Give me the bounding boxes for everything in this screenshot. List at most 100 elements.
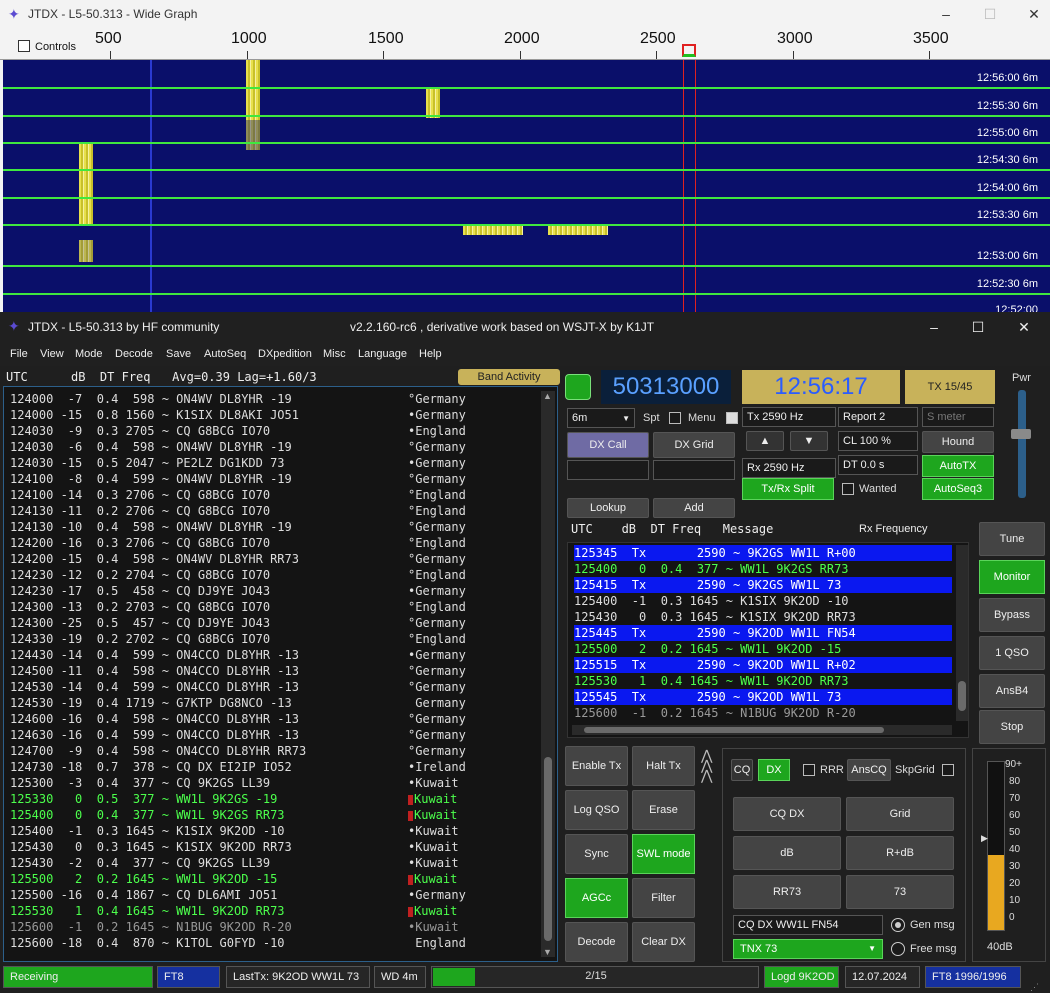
decode-row[interactable]: 125430 -2 0.4 377 ~ CQ 9K2GS LL39 •Kuwait	[10, 855, 459, 871]
rx-list-scrollbar[interactable]	[956, 545, 968, 721]
rx-row[interactable]: 125345 Tx 2590 ~ 9K2GS WW1L R+00	[574, 545, 952, 561]
bypass-button[interactable]: Bypass	[979, 598, 1045, 632]
close-icon[interactable]: ✕	[1024, 4, 1044, 24]
power-slider-track[interactable]	[1018, 390, 1026, 498]
dx-grid-button[interactable]: DX Grid	[653, 432, 735, 458]
scrollbar-thumb[interactable]	[544, 757, 552, 941]
tx-frequency-spinbox[interactable]: Tx 2590 Hz	[742, 407, 836, 427]
rrr-checkbox[interactable]	[803, 764, 815, 776]
scrollbar-thumb[interactable]	[958, 681, 966, 711]
free-message-select[interactable]: TNX 73 ▼	[733, 939, 883, 959]
frequency-ruler[interactable]: Controls 500 1000 1500 2000 2500 3000 35…	[0, 28, 1050, 60]
menu-decode[interactable]: Decode	[115, 348, 153, 360]
menu-save[interactable]: Save	[166, 348, 191, 360]
scroll-up-icon[interactable]: ▲	[543, 391, 552, 401]
decode-row[interactable]: 124700 -9 0.4 598 ~ ON4CCO DL8YHR RR73 °G…	[10, 743, 466, 759]
rr73-button[interactable]: RR73	[733, 875, 841, 909]
hound-button[interactable]: Hound	[922, 431, 994, 453]
cq-button[interactable]: CQ	[731, 759, 753, 781]
decode-row[interactable]: 124430 -14 0.4 599 ~ ON4CCO DL8YHR -13 •G…	[10, 647, 466, 663]
menu-misc[interactable]: Misc	[323, 348, 346, 360]
one-qso-button[interactable]: 1 QSO	[979, 636, 1045, 670]
dial-frequency[interactable]: 50313000	[601, 370, 731, 404]
decode-row[interactable]: 124100 -14 0.3 2706 ~ CQ G8BCG IO70 °Engl…	[10, 487, 466, 503]
decode-row[interactable]: 124500 -11 0.4 598 ~ ON4CCO DL8YHR -13 °G…	[10, 663, 466, 679]
band-select[interactable]: 6m ▼	[567, 408, 635, 428]
decode-row[interactable]: 124200 -16 0.3 2706 ~ CQ G8BCG IO70 °Engl…	[10, 535, 466, 551]
freq-up-button[interactable]: ▲	[746, 431, 784, 451]
rx-row[interactable]: 125415 Tx 2590 ~ 9K2GS WW1L 73	[574, 577, 952, 593]
free-msg-radio[interactable]	[891, 942, 905, 956]
menu-help[interactable]: Help	[419, 348, 442, 360]
band-activity-button[interactable]: Band Activity	[458, 369, 560, 385]
rx-row[interactable]: 125400 -1 0.3 1645 ~ K1SIX 9K2OD -10	[574, 593, 952, 609]
power-slider-handle[interactable]	[1011, 429, 1031, 439]
decode-row[interactable]: 124200 -15 0.4 598 ~ ON4WV DL8YHR RR73 °G…	[10, 551, 466, 567]
report-spinbox[interactable]: Report 2	[838, 407, 918, 427]
skpgrid-checkbox[interactable]	[942, 764, 954, 776]
decode-row[interactable]: 125400 -1 0.3 1645 ~ K1SIX 9K2OD -10 •Kuw…	[10, 823, 459, 839]
decode-row[interactable]: 124730 -18 0.7 378 ~ CQ DX EI2IP IO52 •Ir…	[10, 759, 466, 775]
monitor-button[interactable]: Monitor	[979, 560, 1045, 594]
menu-mode[interactable]: Mode	[75, 348, 103, 360]
anscq-button[interactable]: AnsCQ	[847, 759, 891, 781]
minimize-icon[interactable]: –	[936, 4, 956, 24]
rx-row[interactable]: 125515 Tx 2590 ~ 9K2OD WW1L R+02	[574, 657, 952, 673]
maximize-icon[interactable]: ☐	[968, 317, 988, 337]
s-meter-field[interactable]: S meter	[922, 407, 994, 427]
seventy-three-button[interactable]: 73	[846, 875, 954, 909]
close-icon[interactable]: ✕	[1014, 317, 1034, 337]
waterfall[interactable]: 12:56:00 6m 12:55:30 6m 12:55:00 6m 12:5…	[3, 60, 1050, 312]
resize-grip-icon[interactable]: ⋰	[1030, 982, 1039, 993]
decode-row[interactable]: 124330 -19 0.2 2702 ~ CQ G8BCG IO70 °Engl…	[10, 631, 466, 647]
decode-button[interactable]: Decode	[565, 922, 628, 962]
decode-row[interactable]: 125600 -1 0.2 1645 ~ N1BUG 9K2OD R-20 •Ku…	[10, 919, 459, 935]
decode-row[interactable]: 125500 -16 0.4 1867 ~ CQ DL6AMI JO51 •Ger…	[10, 887, 466, 903]
enable-tx-button[interactable]: Enable Tx	[565, 746, 628, 786]
dx-grid-input[interactable]	[653, 460, 735, 480]
rx-frequency-list[interactable]: 125345 Tx 2590 ~ 9K2GS WW1L R+00 125400 0…	[567, 542, 969, 738]
decode-row[interactable]: 124300 -25 0.5 457 ~ CQ DJ9YE JO43 °Germa…	[10, 615, 466, 631]
tx-rx-marker[interactable]	[682, 44, 696, 57]
decode-row[interactable]: 125430 0 0.3 1645 ~ K1SIX 9K2OD RR73 •Kuw…	[10, 839, 459, 855]
freq-down-button[interactable]: ▼	[790, 431, 828, 451]
clear-dx-button[interactable]: Clear DX	[632, 922, 695, 962]
gen-msg-radio[interactable]	[891, 918, 905, 932]
wanted-checkbox[interactable]	[842, 483, 854, 495]
rx-row[interactable]: 125500 2 0.2 1645 ~ WW1L 9K2OD -15	[574, 641, 952, 657]
ansb4-button[interactable]: AnsB4	[979, 674, 1045, 708]
lookup-button[interactable]: Lookup	[567, 498, 649, 518]
grid-button[interactable]: Grid	[846, 797, 954, 831]
menu-language[interactable]: Language	[358, 348, 407, 360]
dx-button[interactable]: DX	[758, 759, 790, 781]
menu-checkbox[interactable]	[726, 412, 738, 424]
decode-row[interactable]: 124130 -11 0.2 2706 ~ CQ G8BCG IO70 °Engl…	[10, 503, 466, 519]
swl-mode-button[interactable]: SWL mode	[632, 834, 695, 874]
halt-tx-button[interactable]: Halt Tx	[632, 746, 695, 786]
decode-row[interactable]: 124100 -8 0.4 599 ~ ON4WV DL8YHR -19 °Ger…	[10, 471, 466, 487]
rx-row[interactable]: 125530 1 0.4 1645 ~ WW1L 9K2OD RR73	[574, 673, 952, 689]
stop-button[interactable]: Stop	[979, 710, 1045, 744]
decode-row[interactable]: 125400 0 0.4 377 ~ WW1L 9K2GS RR73 Kuwait	[10, 807, 457, 823]
cq-dx-button[interactable]: CQ DX	[733, 797, 841, 831]
rx-row[interactable]: 125430 0 0.3 1645 ~ K1SIX 9K2OD RR73	[574, 609, 952, 625]
menu-file[interactable]: File	[10, 348, 28, 360]
maximize-icon[interactable]: ☐	[980, 4, 1000, 24]
decode-row[interactable]: 124230 -17 0.5 458 ~ CQ DJ9YE JO43 •Germa…	[10, 583, 466, 599]
band-activity-list[interactable]: 124000 -7 0.4 598 ~ ON4WV DL8YHR -19 °Ger…	[3, 386, 558, 962]
cl-spinbox[interactable]: CL 100 %	[838, 431, 918, 451]
rx-row[interactable]: 125445 Tx 2590 ~ 9K2OD WW1L FN54	[574, 625, 952, 641]
tx-rx-split-button[interactable]: Tx/Rx Split	[742, 478, 834, 500]
decode-row[interactable]: 125530 1 0.4 1645 ~ WW1L 9K2OD RR73 Kuwai…	[10, 903, 457, 919]
decode-row[interactable]: 124030 -6 0.4 598 ~ ON4WV DL8YHR -19 °Ger…	[10, 439, 466, 455]
log-qso-button[interactable]: Log QSO	[565, 790, 628, 830]
menu-view[interactable]: View	[40, 348, 64, 360]
decode-row[interactable]: 124030 -9 0.3 2705 ~ CQ G8BCG IO70 •Engla…	[10, 423, 466, 439]
tune-button[interactable]: Tune	[979, 522, 1045, 556]
decode-row[interactable]: 124600 -16 0.4 598 ~ ON4CCO DL8YHR -13 °G…	[10, 711, 466, 727]
r-db-button[interactable]: R+dB	[846, 836, 954, 870]
rx-row[interactable]: 125545 Tx 2590 ~ 9K2OD WW1L 73	[574, 689, 952, 705]
decode-row[interactable]: 124000 -7 0.4 598 ~ ON4WV DL8YHR -19 °Ger…	[10, 391, 466, 407]
decode-row[interactable]: 124130 -10 0.4 598 ~ ON4WV DL8YHR -19 °Ge…	[10, 519, 466, 535]
rx-frequency-spinbox[interactable]: Rx 2590 Hz	[742, 458, 836, 478]
